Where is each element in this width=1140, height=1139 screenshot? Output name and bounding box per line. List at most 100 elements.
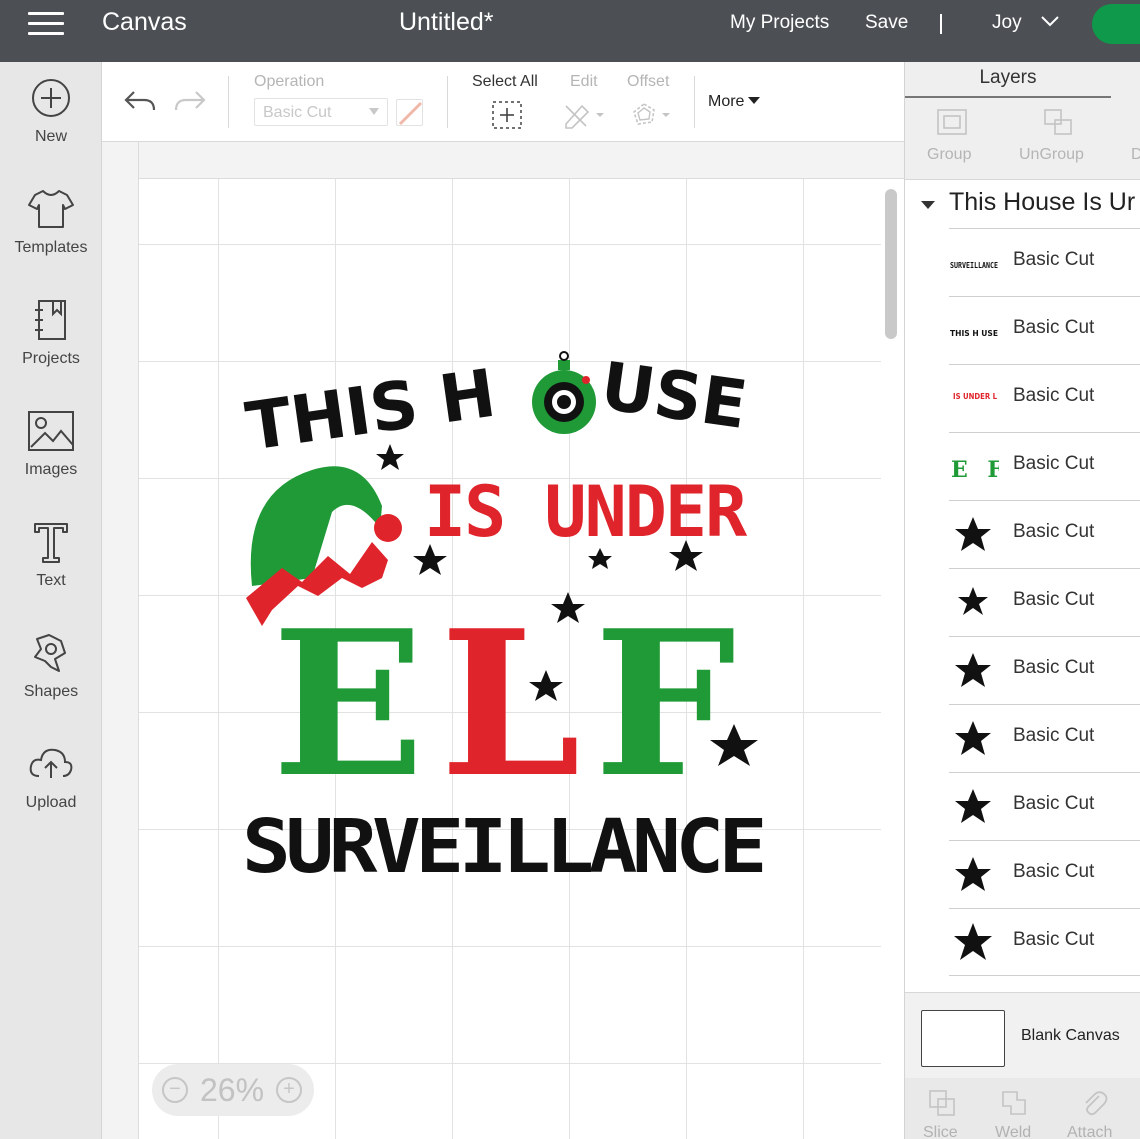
left-sidebar: New Templates Projects Images Text Shape… (0, 62, 102, 1139)
slice-button[interactable]: Slice (921, 1078, 971, 1139)
layer-thumbnail: SURVEILLANCE (950, 261, 998, 270)
my-projects-link[interactable]: My Projects (730, 12, 829, 34)
layer-label: Basic Cut (1013, 725, 1095, 746)
edit-pencil-icon[interactable] (562, 100, 608, 130)
layer-label: Basic Cut (1013, 317, 1095, 338)
sidebar-item-text[interactable]: Text (0, 520, 102, 620)
blank-canvas-row[interactable]: Blank Canvas (905, 992, 1140, 1078)
more-label: More (708, 93, 745, 110)
sidebar-label-templates: Templates (14, 239, 88, 256)
sidebar-item-new[interactable]: New (0, 76, 102, 176)
sidebar-item-upload[interactable]: Upload (0, 742, 102, 842)
design-letter-l: L (440, 587, 581, 822)
zoom-out-button[interactable]: − (162, 1077, 188, 1103)
weld-button[interactable]: Weld (993, 1078, 1043, 1139)
star-icon (376, 444, 404, 470)
top-bar: Canvas Untitled* My Projects Save Joy (0, 0, 1140, 62)
ungroup-label: UnGroup (1019, 146, 1084, 163)
ruler-horizontal (102, 142, 904, 179)
notebook-icon (35, 300, 66, 340)
ungroup-button[interactable]: UnGroup (1019, 98, 1099, 163)
layer-group-title[interactable]: This House Is Ur (949, 188, 1135, 217)
plus-circle-icon (32, 79, 70, 117)
layer-row[interactable]: Basic Cut (949, 772, 1140, 840)
chevron-down-icon[interactable] (1040, 14, 1060, 28)
star-icon (955, 653, 991, 687)
select-all-icon[interactable] (491, 100, 523, 130)
no-color-slash-icon (398, 101, 423, 126)
layer-row[interactable]: Basic Cut (949, 840, 1140, 908)
color-swatch[interactable] (396, 99, 423, 126)
user-menu-name[interactable]: Joy (992, 12, 1022, 34)
attach-button[interactable]: Attach (1065, 1078, 1125, 1139)
save-button[interactable]: Save (865, 12, 908, 34)
make-it-button[interactable] (1092, 4, 1140, 44)
layer-label: Basic Cut (1013, 249, 1095, 270)
app-title: Canvas (102, 8, 187, 36)
redo-icon[interactable] (172, 86, 208, 116)
elf-surveillance-design[interactable]: THIS H USE IS UNDER E L F SURVEILLANCE (232, 342, 772, 902)
layer-row[interactable]: Basic Cut (949, 908, 1140, 976)
sidebar-item-shapes[interactable]: Shapes (0, 631, 102, 731)
layer-label: Basic Cut (1013, 861, 1095, 882)
layer-row[interactable]: SURVEILLANCE Basic Cut (949, 228, 1140, 296)
blank-canvas-swatch[interactable] (921, 1010, 1005, 1067)
layers-panel: Layers Group UnGroup D This House Is Ur … (904, 62, 1140, 1139)
layer-row[interactable]: E F Basic Cut (949, 432, 1140, 500)
star-icon (955, 857, 991, 891)
group-button[interactable]: Group (927, 98, 977, 163)
sidebar-label-shapes: Shapes (23, 683, 79, 700)
layer-row[interactable]: Basic Cut (949, 636, 1140, 704)
svg-text:IS UNDER L: IS UNDER L (953, 392, 997, 401)
select-all-label: Select All (472, 73, 538, 90)
layer-row[interactable]: THIS H USE Basic Cut (949, 296, 1140, 364)
svg-text:SURVEILLANCE: SURVEILLANCE (950, 261, 998, 270)
layer-row[interactable]: Basic Cut (949, 500, 1140, 568)
ungroup-icon (1044, 109, 1072, 135)
document-title[interactable]: Untitled* (399, 8, 494, 37)
sidebar-item-projects[interactable]: Projects (0, 298, 102, 398)
undo-icon[interactable] (122, 86, 158, 116)
design-canvas[interactable]: THIS H USE IS UNDER E L F SURVEILLANCE −… (102, 142, 904, 1139)
layer-tools: Group UnGroup D (905, 98, 1140, 180)
design-letter-f: F (594, 587, 736, 822)
edit-toolbar: Operation Basic Cut Select All Edit Offs… (102, 62, 904, 142)
layer-row[interactable]: Basic Cut (949, 568, 1140, 636)
group-label: Group (927, 146, 972, 163)
panel-header: Layers (905, 62, 1140, 98)
caret-down-icon (748, 97, 761, 104)
bottom-layer-tools: Slice Weld Attach (905, 1078, 1140, 1139)
design-text-is-under: IS UNDER (424, 471, 748, 553)
more-menu-button[interactable]: More (708, 93, 761, 111)
header-separator (940, 14, 942, 34)
sidebar-item-images[interactable]: Images (0, 409, 102, 509)
sidebar-label-projects: Projects (22, 350, 80, 367)
design-letter-e: E (272, 587, 424, 822)
ornament-camera-icon (532, 351, 596, 434)
zoom-control: − 26% + (152, 1064, 314, 1116)
layer-label: Basic Cut (1013, 929, 1095, 950)
layer-row[interactable]: Basic Cut (949, 704, 1140, 772)
operation-label: Operation (254, 73, 325, 90)
tab-layers[interactable]: Layers (905, 62, 1111, 98)
sidebar-label-images: Images (24, 461, 78, 478)
layer-row[interactable]: IS UNDER L Basic Cut (949, 364, 1140, 432)
attach-label: Attach (1067, 1124, 1113, 1139)
star-icon (958, 587, 988, 615)
offset-label: Offset (627, 73, 670, 90)
vertical-scrollbar[interactable] (885, 189, 897, 339)
menu-icon[interactable] (28, 12, 64, 36)
duplicate-label: D (1131, 146, 1140, 163)
collapse-caret-icon[interactable] (921, 201, 935, 209)
operation-select[interactable]: Basic Cut (254, 98, 388, 126)
svg-text:E F: E F (951, 457, 999, 483)
layer-label: Basic Cut (1013, 657, 1095, 678)
svg-text:THIS H USE: THIS H USE (950, 329, 998, 338)
operation-value: Basic Cut (263, 104, 332, 121)
design-text-this-h: THIS H (241, 355, 500, 466)
sidebar-label-upload: Upload (25, 794, 77, 811)
offset-icon[interactable] (628, 100, 674, 130)
sidebar-item-templates[interactable]: Templates (0, 187, 102, 287)
zoom-in-button[interactable]: + (276, 1077, 302, 1103)
weld-icon (1002, 1091, 1026, 1115)
